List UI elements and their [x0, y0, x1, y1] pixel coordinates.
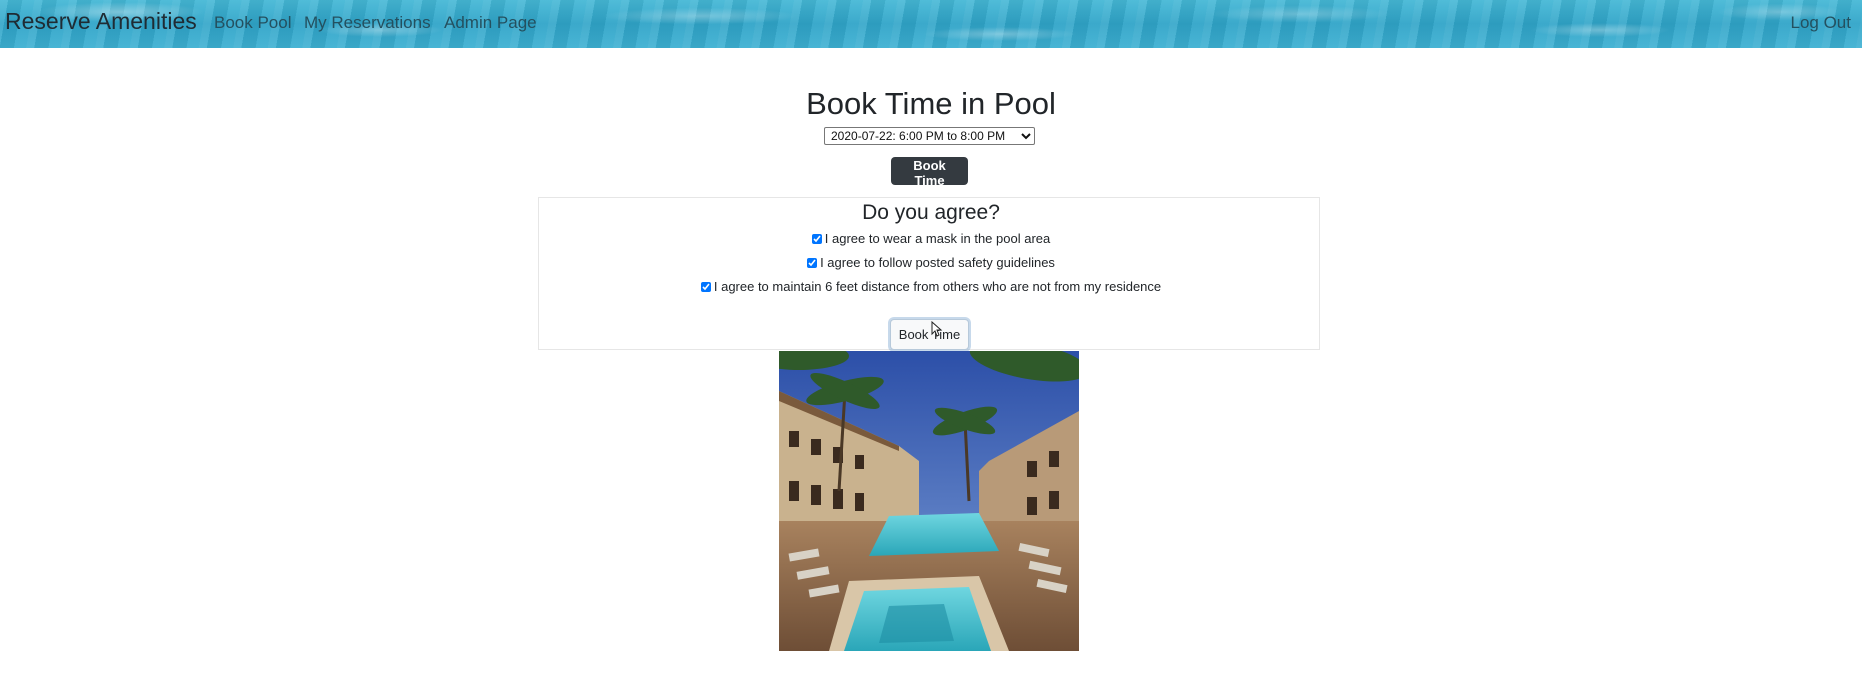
nav-link-my-reservations[interactable]: My Reservations [304, 12, 431, 34]
confirm-book-time-button[interactable]: Book Time [890, 319, 969, 350]
safety-guidelines-checkbox[interactable] [807, 258, 818, 268]
pool-photo [779, 351, 1079, 651]
agreement-item-label: I agree to wear a mask in the pool area [824, 231, 1051, 246]
agreement-item: I agree to follow posted safety guidelin… [0, 255, 1862, 271]
navbar: Reserve Amenities Book Pool My Reservati… [0, 0, 1862, 48]
agreement-item: I agree to wear a mask in the pool area [0, 231, 1862, 247]
time-slot-select[interactable]: 2020-07-22: 6:00 PM to 8:00 PM [824, 127, 1035, 145]
agreement-item: I agree to maintain 6 feet distance from… [0, 279, 1862, 295]
book-time-button[interactable]: Book Time [891, 157, 968, 188]
agreement-title: Do you agree? [862, 201, 1000, 224]
logout-link[interactable]: Log Out [1791, 12, 1852, 34]
page-title: Book Time in Pool [806, 86, 1056, 121]
brand-link[interactable]: Reserve Amenities [5, 7, 197, 35]
mouse-cursor-icon [931, 321, 943, 337]
nav-link-admin-page[interactable]: Admin Page [444, 12, 537, 34]
mask-checkbox[interactable] [811, 234, 822, 244]
distance-checkbox[interactable] [700, 282, 711, 292]
agreement-item-label: I agree to maintain 6 feet distance from… [713, 279, 1162, 294]
agreement-item-label: I agree to follow posted safety guidelin… [820, 255, 1055, 270]
nav-link-book-pool[interactable]: Book Pool [214, 12, 292, 34]
